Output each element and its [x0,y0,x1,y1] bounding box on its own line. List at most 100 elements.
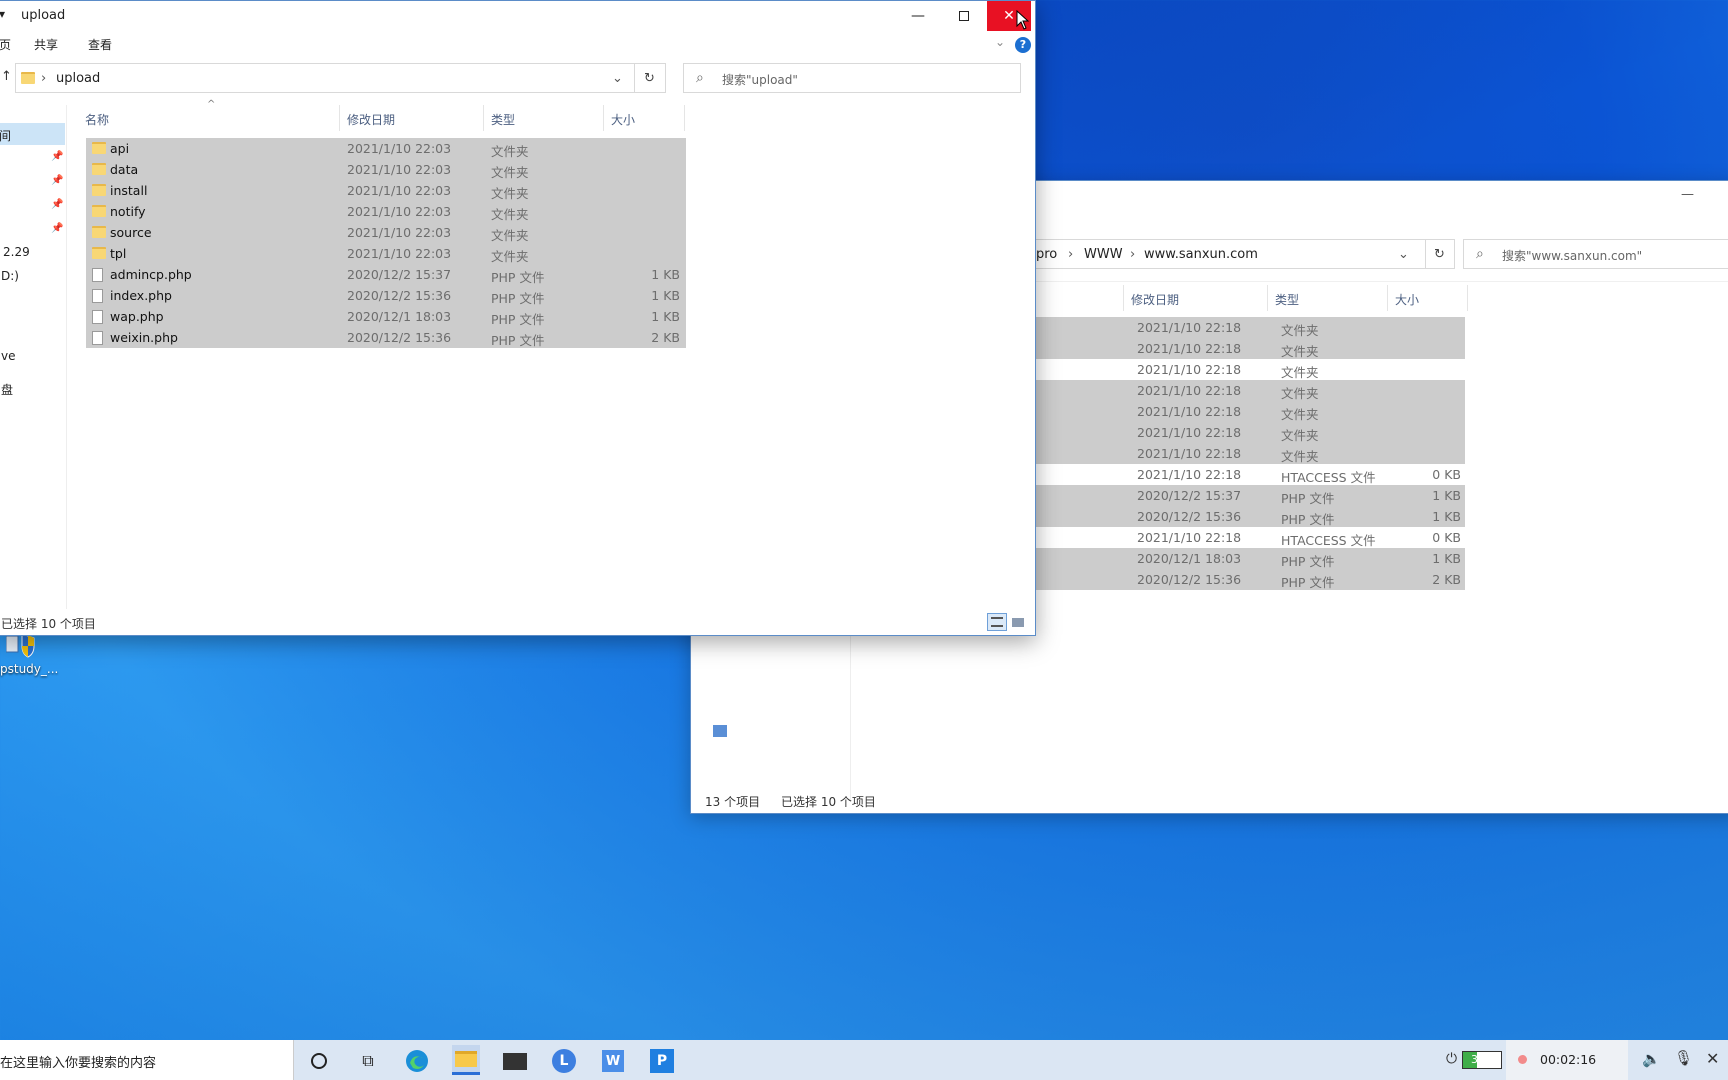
table-row[interactable]: notify 2021/1/10 22:03 文件夹 [86,201,686,222]
tab-home[interactable]: 页 [0,36,11,53]
minimize-button[interactable]: — [895,1,941,31]
cell-name: wap.php [110,309,164,324]
column-header-date[interactable]: 修改日期 [1131,291,1179,308]
table-row[interactable]: wap.php 2020/12/1 18:03 PHP 文件 1 KB [86,306,686,327]
status-selected-count: 已选择 10 个项目 [1,617,96,631]
explorer-window-upload[interactable]: ▾ upload — ✕ 页 共享 查看 ⌄ ? ↑ › upload ⌄ ↻ … [0,0,1036,636]
power-plug-icon: ⏻ [1446,1051,1458,1067]
nav-item-label[interactable]: 2.29 [3,245,30,259]
address-path[interactable]: upload [56,71,100,86]
nav-item-label[interactable]: D:) [1,269,19,283]
details-view-button[interactable] [987,613,1007,631]
navigation-pane[interactable]: 间 📌 📌 📌 📌 2.29 D:) ve 盘 [0,105,67,609]
taskbar-file-explorer[interactable] [452,1045,480,1075]
minimize-button[interactable]: — [1681,187,1694,202]
nav-item-label[interactable]: 盘 [1,381,13,398]
cell-type: HTACCESS 文件 [1281,533,1376,548]
desktop-shortcut-phpstudy[interactable]: pstudy_... [0,632,60,682]
task-view-button[interactable]: ⧉ [354,1048,382,1074]
search-input[interactable]: ⌕ 搜索"upload" [683,63,1021,93]
taskbar-mail[interactable] [501,1048,529,1074]
details-view-icon [991,617,1003,627]
table-row[interactable]: data 2021/1/10 22:03 文件夹 [86,159,686,180]
maximize-icon [959,11,969,21]
cell-date: 2021/1/10 22:03 [347,141,452,156]
cell-date: 2021/1/10 22:18 [1137,425,1242,440]
table-row[interactable]: api 2021/1/10 22:03 文件夹 [86,138,686,159]
column-header-date[interactable]: 修改日期 [347,111,395,128]
cell-type: PHP 文件 [1281,554,1335,569]
cell-date: 2020/12/2 15:37 [1137,488,1242,503]
cortana-icon [311,1053,327,1069]
nav-item-label[interactable]: ve [1,349,15,363]
column-header-type[interactable]: 类型 [491,111,515,128]
column-header-type[interactable]: 类型 [1275,291,1299,308]
app-p-icon: P [650,1049,674,1073]
quick-access-toolbar-icon[interactable]: ▾ [0,7,5,21]
refresh-button[interactable]: ↻ [634,63,666,93]
up-arrow-icon[interactable]: ↑ [1,69,12,84]
large-icons-view-button[interactable] [1010,615,1026,629]
cell-date: 2021/1/10 22:18 [1137,341,1242,356]
cell-date: 2021/1/10 22:18 [1137,362,1242,377]
cell-type: 文件夹 [491,249,529,264]
table-row[interactable]: index.php 2020/12/2 15:36 PHP 文件 1 KB [86,285,686,306]
tab-share[interactable]: 共享 [34,36,58,53]
taskbar-app-l[interactable]: L [550,1048,578,1074]
taskbar-app-p[interactable]: P [648,1048,676,1074]
cell-date: 2021/1/10 22:18 [1137,446,1242,461]
help-icon[interactable]: ? [1015,37,1031,53]
taskbar-word[interactable]: W [599,1048,627,1074]
cell-type: PHP 文件 [491,291,545,306]
cell-date: 2021/1/10 22:18 [1137,404,1242,419]
tab-view[interactable]: 查看 [88,36,112,53]
table-row[interactable]: install 2021/1/10 22:03 文件夹 [86,180,686,201]
search-input[interactable]: ⌕ 搜索"www.sanxun.com" [1463,239,1728,269]
column-header-size[interactable]: 大小 [611,111,635,128]
cell-size: 1 KB [651,309,680,324]
cell-type: 文件夹 [491,228,529,243]
title-bar[interactable]: ▾ upload — ✕ [0,1,1035,31]
file-icon [92,268,103,282]
recording-indicator[interactable]: 00:02:16 [1506,1040,1628,1080]
cell-type: 文件夹 [1281,386,1319,401]
taskbar: 在这里输入你要搜索的内容 ⧉ L W P ⏻ 37% 00:02:16 🔈 🎙 … [0,1040,1728,1080]
maximize-button[interactable] [941,1,987,31]
microphone-icon[interactable]: 🎙 [1674,1049,1693,1067]
cell-date: 2020/12/1 18:03 [1137,551,1242,566]
breadcrumb-pro[interactable]: pro [1036,247,1057,262]
table-row[interactable]: tpl 2021/1/10 22:03 文件夹 [86,243,686,264]
table-row[interactable]: source 2021/1/10 22:03 文件夹 [86,222,686,243]
cell-size: 1 KB [1432,488,1461,503]
nav-item-selected[interactable]: 间 [0,123,65,145]
battery-indicator[interactable]: 37% [1462,1051,1502,1069]
chevron-down-icon[interactable]: ⌄ [1398,247,1409,262]
breadcrumb-sanxun[interactable]: www.sanxun.com [1144,247,1258,262]
folder-icon [92,205,106,217]
breadcrumb-www[interactable]: WWW [1084,247,1123,262]
file-icon [92,310,103,324]
chevron-down-icon[interactable]: ⌄ [612,71,623,86]
chevron-right-icon: › [1068,247,1074,262]
volume-icon[interactable]: 🔈 [1642,1050,1661,1068]
cell-name: data [110,162,139,177]
cell-type: PHP 文件 [491,312,545,327]
close-icon[interactable]: ✕ [1706,1049,1719,1068]
column-header-size[interactable]: 大小 [1395,291,1419,308]
cortana-button[interactable] [305,1048,333,1074]
cell-size: 2 KB [651,330,680,345]
cell-type: PHP 文件 [491,333,545,348]
cell-date: 2021/1/10 22:03 [347,246,452,261]
column-header-name[interactable]: 名称 [85,111,109,128]
battery-percent: 37% [1471,1053,1496,1066]
search-icon: ⌕ [696,70,704,86]
refresh-button[interactable]: ↻ [1425,239,1455,269]
large-icons-view-icon [1012,618,1024,627]
cell-type: 文件夹 [491,144,529,159]
taskbar-search-input[interactable]: 在这里输入你要搜索的内容 [0,1040,294,1080]
table-row[interactable]: admincp.php 2020/12/2 15:37 PHP 文件 1 KB [86,264,686,285]
ribbon-expand-icon[interactable]: ⌄ [995,35,1005,49]
taskbar-edge[interactable] [403,1048,431,1074]
table-row[interactable]: weixin.php 2020/12/2 15:36 PHP 文件 2 KB [86,327,686,348]
address-bar[interactable]: › upload ⌄ [15,63,635,93]
